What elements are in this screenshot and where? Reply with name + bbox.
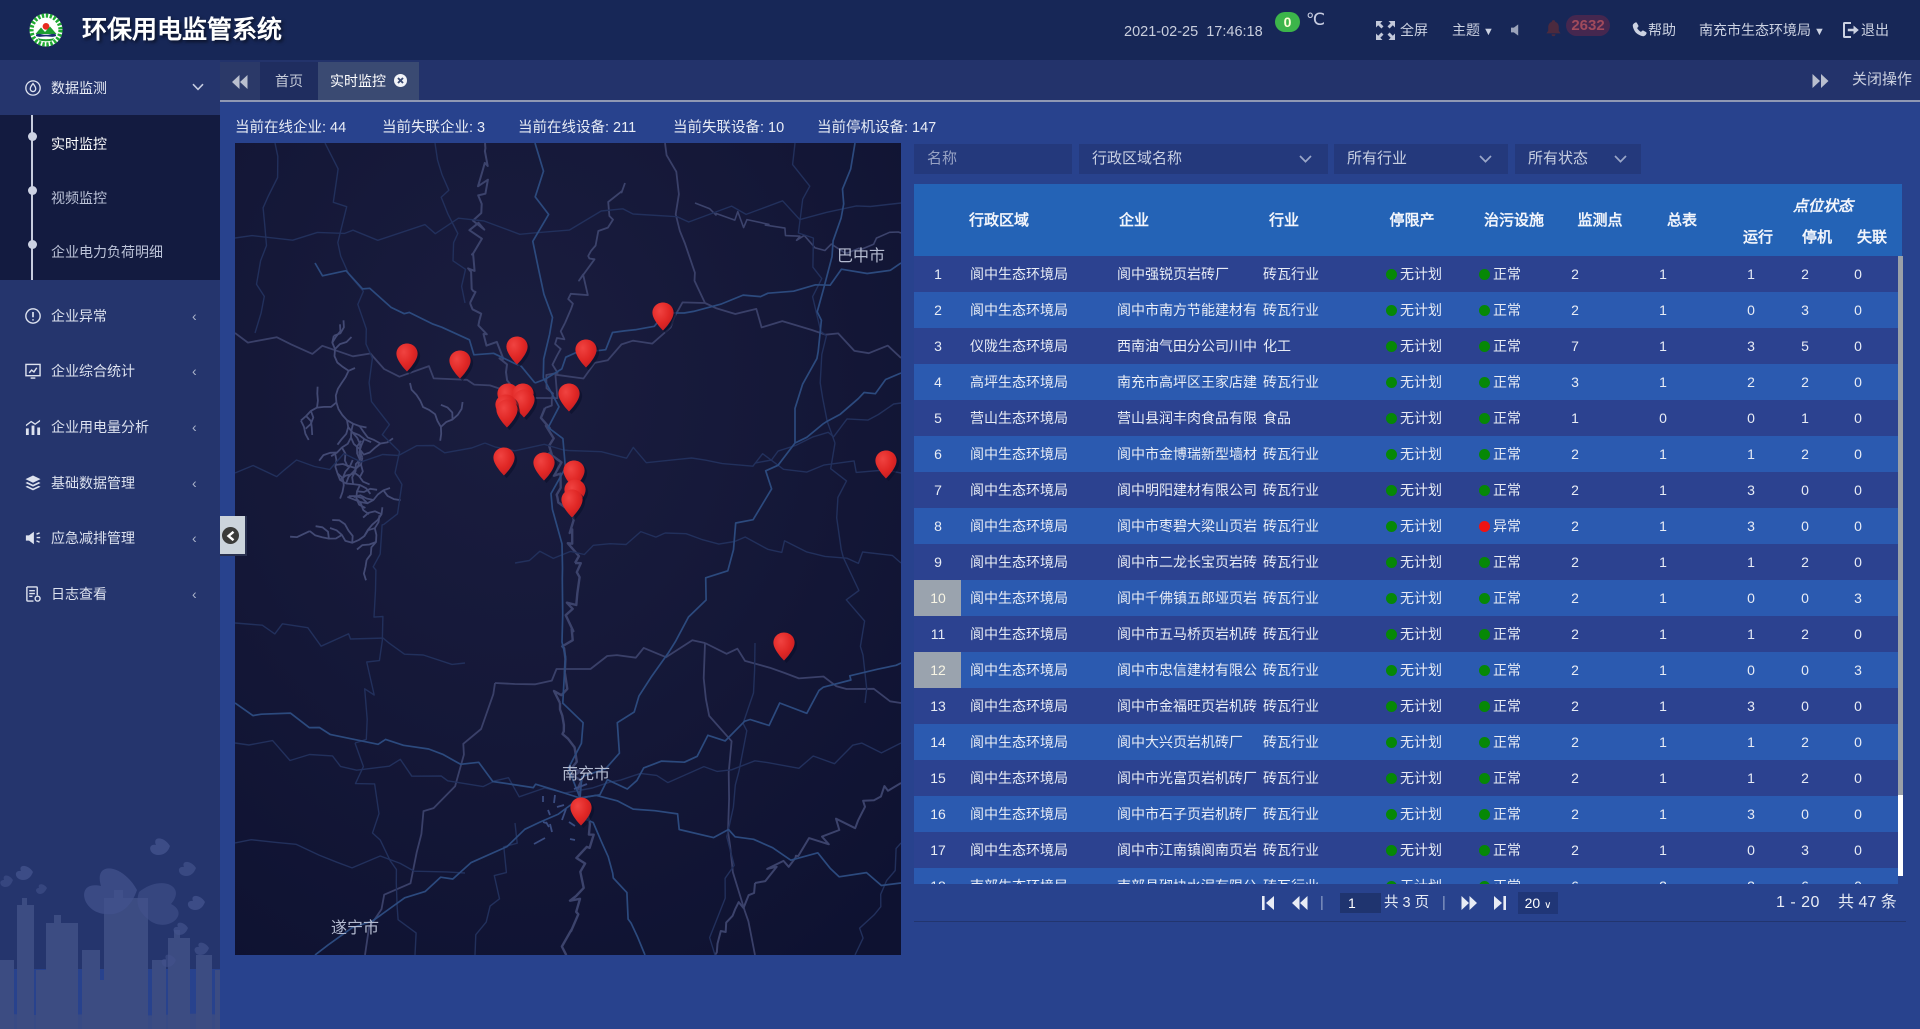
svg-text:南充市: 南充市 — [562, 765, 610, 783]
svg-text:巴中市: 巴中市 — [837, 247, 885, 265]
svg-text:遂宁市: 遂宁市 — [331, 919, 379, 937]
